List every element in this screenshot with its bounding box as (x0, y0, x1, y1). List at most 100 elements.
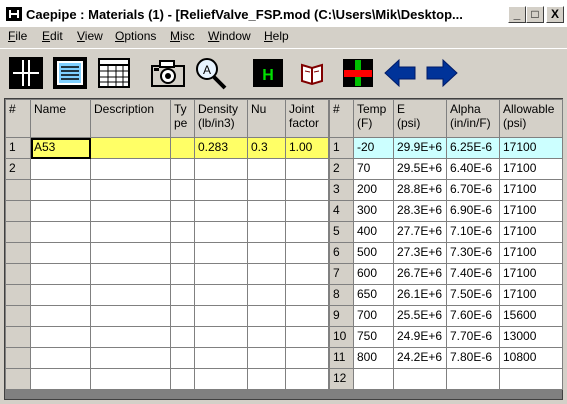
header-name[interactable]: Name (30, 99, 91, 138)
material-cell[interactable] (247, 284, 286, 306)
property-row-number[interactable]: 10 (329, 326, 354, 348)
close-button[interactable]: X (546, 6, 564, 23)
property-row[interactable]: 4 300 28.3E+6 6.90E-6 17100 (329, 200, 563, 222)
material-cell[interactable] (30, 221, 91, 243)
property-row-number[interactable]: 11 (329, 347, 354, 369)
material-cell[interactable] (90, 179, 171, 201)
menu-file[interactable]: File (8, 29, 27, 43)
material-cell[interactable] (194, 179, 248, 201)
minimize-button[interactable]: _ (508, 6, 526, 23)
material-row[interactable] (5, 179, 329, 201)
property-cell[interactable]: 6.40E-6 (446, 158, 500, 180)
material-cell[interactable] (30, 368, 91, 390)
document-lines-icon[interactable] (52, 56, 88, 90)
material-cell[interactable] (194, 221, 248, 243)
material-row[interactable] (5, 263, 329, 285)
property-cell[interactable]: 7.10E-6 (446, 221, 500, 243)
property-cell[interactable]: 25.5E+6 (393, 305, 447, 327)
header-allowable[interactable]: Allowable (psi) (499, 99, 563, 138)
material-cell[interactable] (194, 347, 248, 369)
material-cell[interactable] (194, 158, 248, 180)
material-cell[interactable] (170, 326, 195, 348)
material-cell[interactable] (247, 158, 286, 180)
material-cell[interactable] (247, 221, 286, 243)
property-cell[interactable]: 28.8E+6 (393, 179, 447, 201)
property-cell[interactable]: 17100 (499, 158, 563, 180)
material-cell[interactable] (247, 179, 286, 201)
property-cell[interactable]: 15600 (499, 305, 563, 327)
material-cell[interactable]: 0.3 (247, 137, 286, 159)
property-cell[interactable]: 28.3E+6 (393, 200, 447, 222)
material-cell[interactable]: A53 (30, 137, 91, 159)
material-row-number[interactable] (5, 326, 31, 348)
material-cell[interactable] (194, 242, 248, 264)
property-cell[interactable]: 400 (353, 221, 394, 243)
material-cell[interactable] (30, 326, 91, 348)
material-cell[interactable] (285, 326, 329, 348)
material-cell[interactable] (285, 200, 329, 222)
property-cell[interactable]: 7.80E-6 (446, 347, 500, 369)
material-row-number[interactable] (5, 368, 31, 390)
material-cell[interactable] (170, 179, 195, 201)
material-cell[interactable] (247, 263, 286, 285)
arrow-left-icon[interactable] (382, 56, 418, 90)
material-cell[interactable] (170, 263, 195, 285)
material-row-number[interactable] (5, 263, 31, 285)
material-cell[interactable] (90, 200, 171, 222)
property-row-number[interactable]: 3 (329, 179, 354, 201)
material-cell[interactable] (285, 242, 329, 264)
property-cell[interactable]: 6.70E-6 (446, 179, 500, 201)
property-cell[interactable]: 24.9E+6 (393, 326, 447, 348)
material-cell[interactable] (285, 368, 329, 390)
material-cell[interactable] (170, 200, 195, 222)
material-cell[interactable]: 0.283 (194, 137, 248, 159)
material-cell[interactable] (194, 200, 248, 222)
property-row[interactable]: 3 200 28.8E+6 6.70E-6 17100 (329, 179, 563, 201)
property-cell[interactable]: 700 (353, 305, 394, 327)
material-cell[interactable] (30, 263, 91, 285)
property-cell[interactable]: 27.7E+6 (393, 221, 447, 243)
material-cell[interactable] (90, 284, 171, 306)
material-row[interactable] (5, 305, 329, 327)
property-row-number[interactable]: 9 (329, 305, 354, 327)
material-cell[interactable] (285, 158, 329, 180)
property-cell[interactable]: 70 (353, 158, 394, 180)
property-cell[interactable]: 24.2E+6 (393, 347, 447, 369)
material-cell[interactable] (170, 221, 195, 243)
header-description[interactable]: Description (90, 99, 171, 138)
material-cell[interactable] (90, 158, 171, 180)
menu-window[interactable]: Window (208, 29, 251, 43)
maximize-button[interactable]: □ (526, 6, 544, 23)
material-row-number[interactable] (5, 242, 31, 264)
property-row[interactable]: 6 500 27.3E+6 7.30E-6 17100 (329, 242, 563, 264)
property-cell[interactable]: 17100 (499, 221, 563, 243)
material-cell[interactable]: 1.00 (285, 137, 329, 159)
property-cell[interactable]: 7.30E-6 (446, 242, 500, 264)
material-cell[interactable] (285, 284, 329, 306)
property-row-number[interactable]: 4 (329, 200, 354, 222)
material-row[interactable] (5, 200, 329, 222)
material-cell[interactable] (247, 200, 286, 222)
material-row[interactable] (5, 347, 329, 369)
menu-help[interactable]: Help (264, 29, 289, 43)
header-nu[interactable]: Nu (247, 99, 286, 138)
material-cell[interactable] (30, 284, 91, 306)
material-row[interactable] (5, 326, 329, 348)
material-cell[interactable] (90, 305, 171, 327)
material-cell[interactable] (285, 263, 329, 285)
material-cell[interactable] (170, 284, 195, 306)
property-cell[interactable]: 7.70E-6 (446, 326, 500, 348)
property-row[interactable]: 8 650 26.1E+6 7.50E-6 17100 (329, 284, 563, 306)
property-cell[interactable]: 500 (353, 242, 394, 264)
property-row-number[interactable]: 5 (329, 221, 354, 243)
menu-edit[interactable]: Edit (42, 29, 63, 43)
material-cell[interactable] (247, 368, 286, 390)
property-row-number[interactable]: 7 (329, 263, 354, 285)
property-row[interactable]: 12 (329, 368, 563, 390)
property-cell[interactable] (446, 368, 500, 390)
property-cell[interactable]: 17100 (499, 242, 563, 264)
app-icon[interactable] (6, 7, 22, 21)
material-row-number[interactable] (5, 347, 31, 369)
property-cell[interactable] (353, 368, 394, 390)
book-icon[interactable] (294, 56, 330, 90)
